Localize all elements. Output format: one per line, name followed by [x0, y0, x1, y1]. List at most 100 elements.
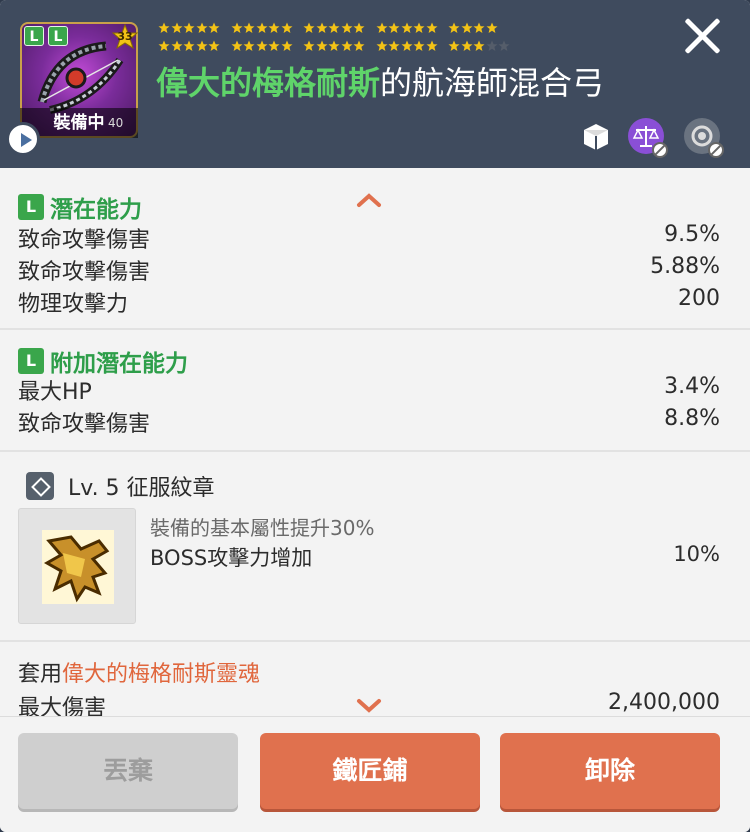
additional-potential-section: L 附加潛在能力 最大HP 3.4% 致命攻擊傷害 8.8% — [0, 330, 750, 452]
stat-name: 致命攻擊傷害 — [18, 260, 151, 285]
stat-value: 5.88% — [650, 254, 720, 279]
star-filled-icon — [426, 40, 437, 51]
blacksmith-button[interactable]: 鐵匠鋪 — [260, 733, 480, 809]
star-filled-icon — [401, 40, 412, 51]
starforce-badge: 33 — [111, 23, 139, 50]
box-icon[interactable] — [578, 118, 614, 154]
chevron-up-icon[interactable] — [356, 192, 382, 208]
stat-name: BOSS攻擊力增加 — [150, 546, 313, 570]
star-filled-icon — [256, 22, 267, 33]
star-filled-icon — [473, 22, 485, 33]
star-filled-icon — [341, 22, 352, 33]
unequip-button[interactable]: 卸除 — [500, 733, 720, 809]
star-filled-icon — [208, 40, 220, 51]
rarity-badge-l: L — [18, 194, 44, 220]
star-filled-icon — [208, 22, 220, 33]
additional-potential-title: L 附加潛在能力 — [18, 344, 188, 378]
stat-value: 2,400,000 — [608, 690, 720, 715]
star-filled-icon — [413, 40, 425, 51]
stat-value: 200 — [678, 286, 720, 311]
forbidden-icon — [708, 142, 724, 158]
potential-section: L 潛在能力 致命攻擊傷害 9.5% 致命攻擊傷害 5.88% 物理攻擊力 200 — [0, 168, 750, 330]
star-filled-icon — [473, 40, 485, 51]
star-filled-icon — [413, 22, 425, 33]
star-filled-icon — [461, 40, 472, 51]
star-empty-icon — [498, 40, 510, 51]
star-filled-icon — [376, 22, 387, 33]
chevron-down-icon[interactable] — [356, 698, 382, 714]
star-filled-icon — [328, 22, 340, 33]
bow-icon — [37, 41, 124, 114]
star-filled-icon — [303, 40, 315, 51]
stat-name: 致命攻擊傷害 — [18, 228, 151, 253]
star-filled-icon — [196, 22, 207, 33]
stat-value: 3.4% — [664, 374, 720, 399]
item-title-prefix: 偉大的梅格耐斯 — [156, 64, 381, 102]
star-row-1 — [158, 22, 558, 38]
star-filled-icon — [388, 40, 400, 51]
star-filled-icon — [243, 22, 255, 33]
star-filled-icon — [231, 40, 242, 51]
set-name: 偉大的梅格耐斯靈魂 — [62, 662, 261, 687]
action-bar: 丟棄 鐵匠鋪 卸除 — [0, 716, 750, 832]
star-filled-icon — [303, 22, 315, 33]
star-filled-icon — [196, 40, 207, 51]
play-icon[interactable] — [6, 122, 40, 156]
star-filled-icon — [401, 22, 412, 33]
stat-value: 9.5% — [664, 222, 720, 247]
stat-name: 最大HP — [18, 380, 92, 405]
starforce-count: 33 — [117, 30, 133, 43]
star-filled-icon — [183, 22, 195, 33]
star-filled-icon — [281, 22, 292, 33]
stat-value: 10% — [673, 542, 720, 566]
star-filled-icon — [268, 40, 280, 51]
discard-button[interactable]: 丟棄 — [18, 733, 238, 809]
star-row-2 — [158, 40, 558, 56]
star-filled-icon — [461, 22, 472, 33]
star-empty-icon — [486, 40, 497, 51]
scale-icon[interactable] — [628, 118, 668, 158]
star-filled-icon — [158, 22, 170, 33]
section-title-text: 潛在能力 — [50, 197, 142, 223]
star-filled-icon — [268, 22, 280, 33]
star-filled-icon — [353, 22, 365, 33]
star-filled-icon — [316, 40, 327, 51]
rarity-badge-l: L — [18, 348, 44, 374]
star-filled-icon — [448, 40, 460, 51]
emblem-type-icon — [26, 472, 54, 500]
emblem-icon — [42, 530, 114, 604]
star-filled-icon — [353, 40, 365, 51]
cycle-icon[interactable] — [684, 118, 724, 158]
star-filled-icon — [281, 40, 292, 51]
item-title: 偉大的梅格耐斯的航海師混合弓 — [156, 58, 604, 104]
star-filled-icon — [388, 22, 400, 33]
star-filled-icon — [316, 22, 327, 33]
set-effect-title: 套用偉大的梅格耐斯靈魂 — [18, 656, 260, 688]
star-filled-icon — [256, 40, 267, 51]
star-filled-icon — [486, 22, 497, 33]
section-title-text: 附加潛在能力 — [50, 351, 188, 377]
forbidden-icon — [652, 142, 668, 158]
star-filled-icon — [158, 40, 170, 51]
star-filled-icon — [183, 40, 195, 51]
emblem-title: Lv. 5 征服紋章 — [68, 476, 215, 501]
stat-name: 致命攻擊傷害 — [18, 412, 151, 437]
rarity-badge-l: L — [48, 26, 68, 46]
close-icon[interactable] — [682, 16, 722, 56]
star-filled-icon — [376, 40, 387, 51]
star-filled-icon — [243, 40, 255, 51]
item-detail-panel: L L 33 裝備中 40 偉大的梅格耐斯的航海師混合弓 L 潛在能力 致命攻擊… — [0, 0, 750, 832]
rarity-badge-l: L — [24, 26, 44, 46]
star-filled-icon — [328, 40, 340, 51]
star-filled-icon — [448, 22, 460, 33]
emblem-description: 裝備的基本屬性提升30% — [150, 516, 375, 540]
emblem-image[interactable] — [18, 508, 136, 624]
star-filled-icon — [171, 22, 182, 33]
set-prefix: 套用 — [18, 662, 63, 687]
potential-title: L 潛在能力 — [18, 190, 142, 224]
stat-name: 物理攻擊力 — [18, 292, 129, 317]
item-title-name: 的航海師混合弓 — [380, 64, 605, 102]
star-filled-icon — [171, 40, 182, 51]
star-filled-icon — [231, 22, 242, 33]
stat-value: 8.8% — [664, 406, 720, 431]
